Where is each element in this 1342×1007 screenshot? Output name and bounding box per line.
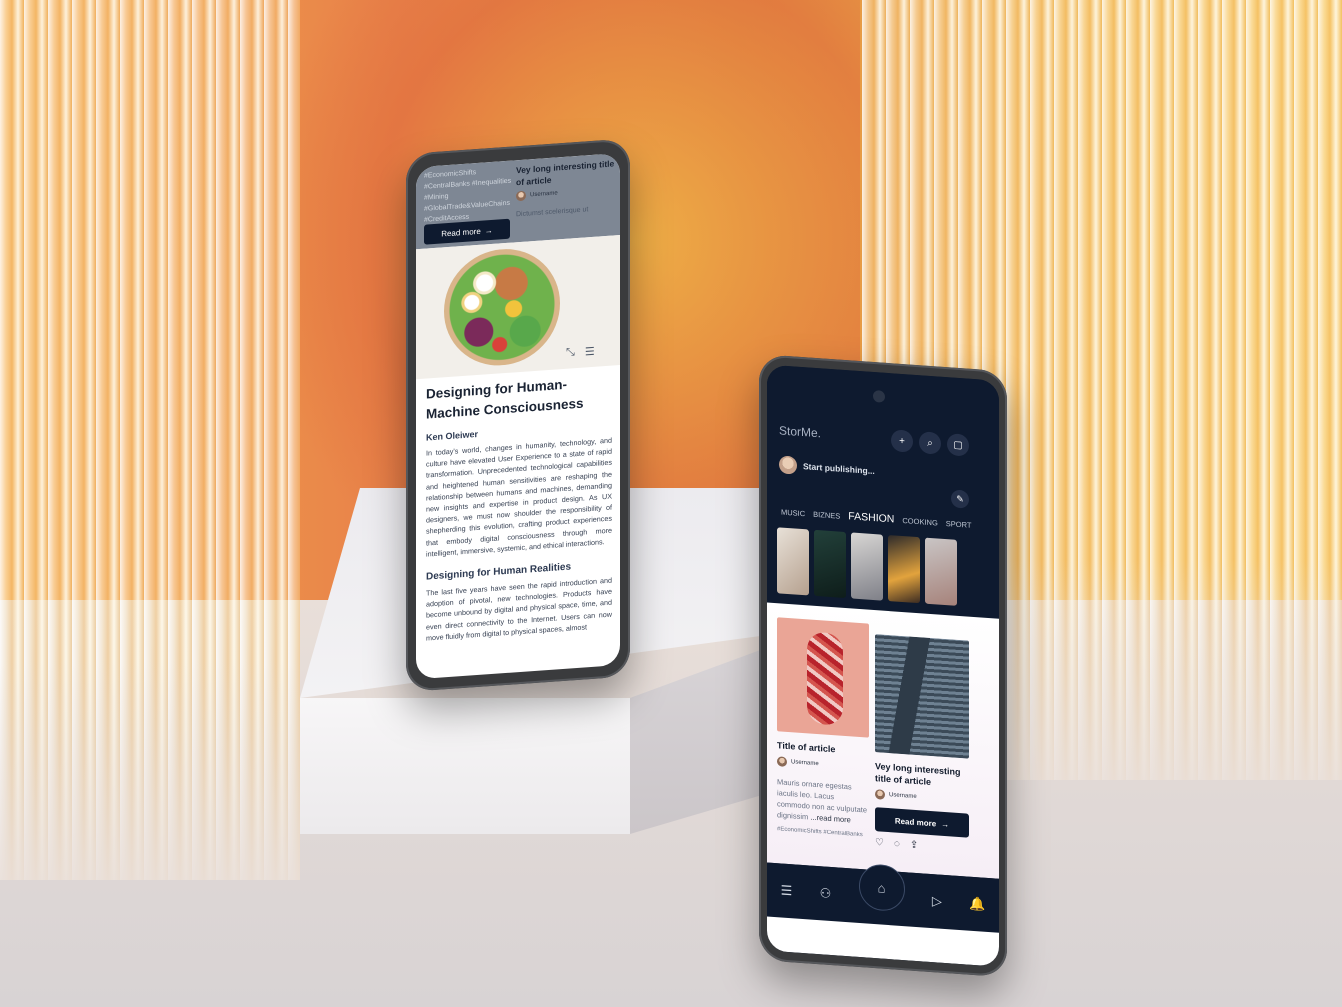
- tab-sport[interactable]: SPORT: [946, 519, 972, 530]
- feed-list: Title of article Username Mauris ornare …: [767, 602, 999, 879]
- avatar: [779, 455, 797, 475]
- play-icon[interactable]: ▷: [932, 893, 942, 910]
- header-actions: + ⌕ ▢: [891, 429, 969, 457]
- arrow-right-icon: →: [941, 819, 950, 829]
- story-pancakes[interactable]: [888, 535, 920, 604]
- publish-prompt[interactable]: Start publishing...: [779, 455, 875, 480]
- username: Username: [530, 190, 558, 199]
- side-card-title: Vey long interesting title of article: [516, 158, 615, 188]
- card-image: [777, 617, 869, 738]
- tab-music[interactable]: MUSIC: [781, 508, 805, 519]
- messages-button[interactable]: ▢: [947, 433, 969, 457]
- people-icon[interactable]: ⚇: [820, 885, 832, 902]
- search-button[interactable]: ⌕: [919, 431, 941, 455]
- share-icon[interactable]: ⇪: [910, 840, 918, 852]
- card-excerpt: Mauris ornare egestas iaculis leo. Lacus…: [777, 776, 869, 826]
- pencil-icon: ✎: [956, 493, 964, 504]
- article-toolbar: ⤡ ☰: [566, 345, 595, 360]
- card-user: Username: [875, 789, 969, 806]
- article-card[interactable]: Title of article Username Mauris ornare …: [777, 617, 869, 838]
- article-paragraph: The last five years have seen the rapid …: [426, 575, 612, 643]
- camera-icon: [873, 389, 885, 403]
- edit-button[interactable]: ✎: [951, 489, 969, 509]
- phone-feed-view: StorMe. + ⌕ ▢ Start publishing... ✎ MUSI…: [759, 354, 1007, 978]
- previous-card-preview: #EconomicShifts #CentralBanks #Inequalit…: [416, 153, 620, 250]
- article-body: Designing for Human-Machine Consciousnes…: [426, 372, 612, 644]
- avatar: [516, 190, 526, 202]
- story-fashion[interactable]: [851, 532, 883, 601]
- story-guitar[interactable]: [777, 527, 809, 596]
- heart-icon[interactable]: ♡: [875, 837, 884, 849]
- bell-icon[interactable]: 🔔: [969, 896, 985, 913]
- read-more-link[interactable]: ...read more: [810, 813, 850, 825]
- phone-article-view: #EconomicShifts #CentralBanks #Inequalit…: [406, 138, 630, 692]
- card-image: [875, 634, 969, 759]
- arrow-right-icon: →: [484, 225, 493, 235]
- story-dance[interactable]: [925, 537, 957, 606]
- feed-header: StorMe. + ⌕ ▢ Start publishing... ✎ MUSI…: [767, 364, 999, 619]
- article-paragraph: In today's world, changes in humanity, t…: [426, 435, 612, 559]
- card-actions: ♡ ◌ ⇪: [875, 837, 969, 855]
- article-screen: #EconomicShifts #CentralBanks #Inequalit…: [416, 153, 620, 680]
- tab-fashion[interactable]: FASHION: [848, 510, 894, 525]
- category-tabs: MUSIC BIZNES FASHION COOKING SPORT: [781, 506, 971, 531]
- comment-icon[interactable]: ◌: [894, 838, 900, 849]
- coil-shape: [807, 631, 843, 726]
- story-dark-scene[interactable]: [814, 529, 846, 599]
- tab-biznes[interactable]: BIZNES: [813, 510, 840, 521]
- plus-icon: +: [899, 435, 905, 447]
- add-button[interactable]: +: [891, 429, 913, 453]
- card-title: Vey long interesting title of article: [875, 761, 961, 788]
- menu-icon[interactable]: ☰: [585, 345, 595, 359]
- article-title: Designing for Human-Machine Consciousnes…: [426, 376, 584, 422]
- username: Username: [889, 792, 917, 801]
- card-tags: #EconomicShifts #CentralBanks #Inequalit…: [424, 169, 512, 224]
- pedestal-front: [300, 698, 630, 834]
- card-title: Title of article: [777, 740, 836, 755]
- app-logo: StorMe.: [779, 423, 822, 441]
- stories-row: [777, 527, 957, 606]
- salad-bowl-photo: [444, 245, 560, 370]
- feed-screen: StorMe. + ⌕ ▢ Start publishing... ✎ MUSI…: [767, 364, 999, 967]
- collapse-icon[interactable]: ⤡: [566, 346, 575, 360]
- read-more-label: Read more: [441, 226, 481, 239]
- glass-curtain-left: [0, 0, 300, 880]
- avatar: [777, 756, 787, 767]
- home-icon: ⌂: [877, 879, 886, 896]
- side-card[interactable]: Vey long interesting title of article Us…: [516, 157, 616, 218]
- publish-label: Start publishing...: [803, 461, 875, 477]
- card-tags: #EconomicShifts #CentralBanks: [777, 826, 863, 839]
- avatar: [875, 789, 885, 800]
- article-card[interactable]: Vey long interesting title of article Us…: [875, 634, 969, 855]
- chat-icon: ▢: [953, 439, 963, 451]
- tab-cooking[interactable]: COOKING: [902, 516, 937, 527]
- menu-icon[interactable]: ☰: [781, 883, 793, 900]
- card-user: Username: [777, 756, 869, 772]
- read-more-label: Read more: [894, 815, 937, 828]
- side-card-text: Dictumst scelerisque ut: [516, 206, 589, 219]
- username: Username: [791, 759, 819, 768]
- read-more-button[interactable]: Read more →: [875, 807, 969, 838]
- search-icon: ⌕: [927, 437, 933, 449]
